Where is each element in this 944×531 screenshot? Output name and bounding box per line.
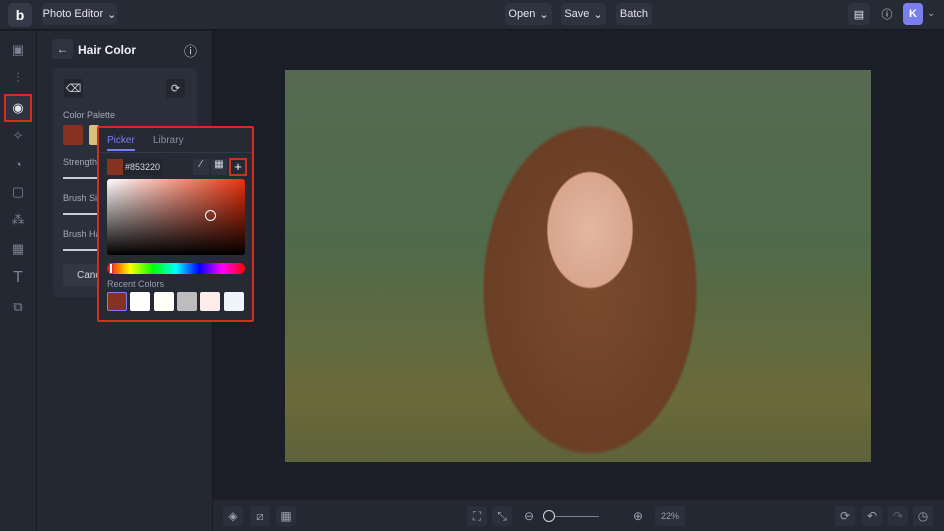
save-label: Save xyxy=(564,8,590,20)
saturation-value-field[interactable] xyxy=(107,179,245,255)
history-icon[interactable]: ◷ xyxy=(913,506,933,526)
tab-picker[interactable]: Picker xyxy=(107,135,135,151)
recent-color-swatch[interactable] xyxy=(200,292,220,311)
zoom-slider-handle[interactable] xyxy=(543,510,555,522)
tab-divider xyxy=(99,152,252,153)
zoom-slider-track[interactable] xyxy=(549,516,599,517)
tab-library[interactable]: Library xyxy=(153,135,184,146)
portrait-photo[interactable] xyxy=(285,70,871,462)
hue-handle[interactable] xyxy=(109,263,113,274)
undo-icon[interactable]: ↶ xyxy=(862,506,882,526)
add-color-icon[interactable]: + xyxy=(229,158,247,176)
batch-button[interactable]: Batch xyxy=(616,3,652,25)
save-button[interactable]: Save ⌄ xyxy=(561,3,606,25)
zoom-level[interactable]: 22% xyxy=(655,506,685,526)
recent-color-swatch[interactable] xyxy=(224,292,244,311)
recent-color-swatch[interactable] xyxy=(177,292,197,311)
chevron-down-icon: ⌄ xyxy=(107,8,117,21)
info-icon[interactable]: ⓘ xyxy=(184,41,197,60)
layers-icon[interactable]: ◈ xyxy=(223,506,243,526)
back-arrow-icon[interactable]: ← xyxy=(52,39,73,59)
avatar-initial: K xyxy=(909,8,917,20)
zoom-out-icon[interactable]: ⊖ xyxy=(519,506,539,526)
chevron-down-icon: ⌄ xyxy=(593,8,603,21)
strength-label: Strength xyxy=(63,157,98,167)
help-icon[interactable]: ⓘ xyxy=(876,3,898,25)
chevron-down-icon: ⌄ xyxy=(539,8,549,21)
text-icon[interactable]: T xyxy=(7,267,29,289)
grid-view-icon[interactable]: ▦ xyxy=(276,506,296,526)
panel-title: Hair Color xyxy=(78,43,137,57)
recent-color-swatch[interactable] xyxy=(130,292,150,311)
comment-icon[interactable]: ▤ xyxy=(848,3,870,25)
grid-icon[interactable]: ▦ xyxy=(211,159,227,175)
top-bar: b Photo Editor ⌄ Open ⌄ Save ⌄ Batch ▤ ⓘ K … xyxy=(0,0,944,30)
recent-color-swatch[interactable] xyxy=(154,292,174,311)
app-menu-button[interactable]: Photo Editor ⌄ xyxy=(42,3,117,25)
brush-size-label: Brush Size xyxy=(63,193,97,203)
actual-size-icon[interactable]: ⤡ xyxy=(492,506,512,526)
crop-resize-icon[interactable]: ⧄ xyxy=(250,506,270,526)
eraser-icon[interactable]: ⌫ xyxy=(64,79,83,98)
open-button[interactable]: Open ⌄ xyxy=(505,3,552,25)
eye-icon[interactable]: ◉ xyxy=(4,94,32,122)
fit-screen-icon[interactable]: ⛶ xyxy=(467,506,487,526)
image-icon[interactable]: ▣ xyxy=(7,39,29,61)
frame-icon[interactable]: ▢ xyxy=(7,181,29,203)
sparkle-icon[interactable]: ✧ xyxy=(7,125,29,147)
chevron-down-icon[interactable]: ⌄ xyxy=(927,8,935,19)
recent-color-swatch[interactable] xyxy=(107,292,127,311)
texture-icon[interactable]: ▦ xyxy=(7,238,29,260)
adjust-icon[interactable]: ⫶ xyxy=(7,67,29,89)
zoom-in-icon[interactable]: ⊕ xyxy=(628,506,648,526)
color-palette-label: Color Palette xyxy=(63,110,116,120)
redo-icon[interactable]: ↷ xyxy=(888,506,908,526)
current-color-swatch xyxy=(107,159,123,175)
sync-icon[interactable]: ⟳ xyxy=(835,506,855,526)
tool-rail: ▣ ⫶ ◉ ✧ ◔ ▢ ⁂ ▦ T ⧉ xyxy=(0,31,37,531)
shapes-icon[interactable]: ⁂ xyxy=(7,209,29,231)
palette-swatch-selected[interactable] xyxy=(63,125,83,145)
hex-input[interactable]: #853220 xyxy=(123,159,163,175)
avatar[interactable]: K xyxy=(903,3,923,25)
palette-icon[interactable]: ◔ xyxy=(7,153,29,175)
hue-slider[interactable] xyxy=(107,263,245,274)
batch-label: Batch xyxy=(619,8,649,20)
eyedropper-icon[interactable]: ⁄ xyxy=(193,159,209,175)
overlay-icon[interactable]: ⧉ xyxy=(7,296,29,318)
color-cursor[interactable] xyxy=(205,210,216,221)
recent-colors-label: Recent Colors xyxy=(107,279,165,289)
open-label: Open xyxy=(508,8,536,20)
brush-hardness-label: Brush Hardness xyxy=(63,229,97,239)
app-logo[interactable]: b xyxy=(8,3,32,27)
reset-icon[interactable]: ⟳ xyxy=(166,79,185,98)
app-menu-label: Photo Editor xyxy=(42,8,104,20)
